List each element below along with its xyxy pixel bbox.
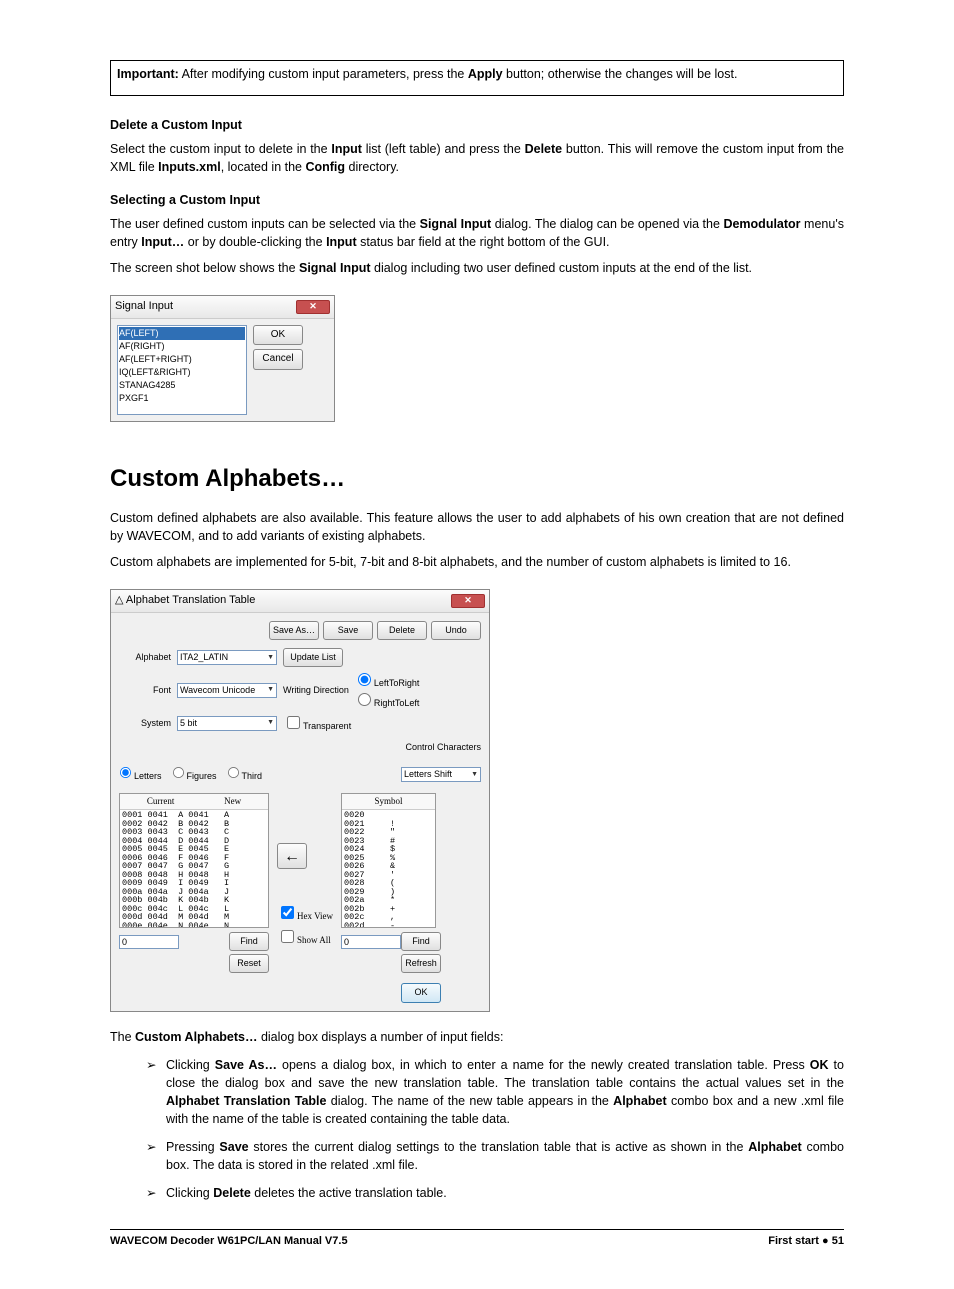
reset-button[interactable]: Reset — [229, 954, 269, 973]
label-alphabet: Alphabet — [119, 651, 171, 664]
rtl-radio[interactable] — [358, 693, 371, 706]
save-button[interactable]: Save — [323, 621, 373, 640]
para-alpha1: Custom defined alphabets are also availa… — [110, 509, 844, 545]
bullet-icon: ➢ — [146, 1138, 166, 1174]
arrow-left-icon[interactable]: ← — [277, 843, 307, 869]
left-table[interactable]: CurrentNew 0001 0041 A 0041 A 0002 0042 … — [119, 793, 269, 928]
undo-button[interactable]: Undo — [431, 621, 481, 640]
dialog-title: △ Alphabet Translation Table — [115, 593, 255, 609]
control-chars-combo[interactable]: Letters Shift▼ — [401, 767, 481, 782]
update-list-button[interactable]: Update List — [283, 648, 343, 667]
para-after-dialog: The Custom Alphabets… dialog box display… — [110, 1028, 844, 1046]
chevron-down-icon: ▼ — [267, 718, 274, 728]
signal-input-dialog: Signal Input ✕ AF(LEFT) AF(RIGHT) AF(LEF… — [110, 295, 335, 422]
refresh-button[interactable]: Refresh — [401, 954, 441, 973]
ltr-radio[interactable] — [358, 673, 371, 686]
list-item[interactable]: PXGF1 — [119, 392, 245, 405]
delete-button[interactable]: Delete — [377, 621, 427, 640]
important-box: Important: After modifying custom input … — [110, 60, 844, 96]
para-alpha2: Custom alphabets are implemented for 5-b… — [110, 553, 844, 571]
letters-radio[interactable] — [120, 767, 131, 778]
dialog-title: Signal Input — [115, 299, 173, 315]
page-content: Important: After modifying custom input … — [110, 60, 844, 1249]
find-button-left[interactable]: Find — [229, 932, 269, 951]
input-listbox[interactable]: AF(LEFT) AF(RIGHT) AF(LEFT+RIGHT) IQ(LEF… — [117, 325, 247, 415]
important-label: Important: — [117, 67, 179, 81]
close-icon[interactable]: ✕ — [451, 594, 485, 608]
label-font: Font — [119, 684, 171, 697]
chevron-down-icon: ▼ — [267, 685, 274, 695]
page-footer: WAVECOM Decoder W61PC/LAN Manual V7.5 Fi… — [110, 1229, 844, 1250]
font-combo[interactable]: Wavecom Unicode▼ — [177, 683, 277, 698]
save-as-button[interactable]: Save As… — [269, 621, 319, 640]
list-item: ➢ Clicking Delete deletes the active tra… — [146, 1184, 844, 1202]
list-item[interactable]: AF(RIGHT) — [119, 340, 245, 353]
heading-delete: Delete a Custom Input — [110, 116, 844, 134]
para-selecting: The user defined custom inputs can be se… — [110, 215, 844, 251]
find-input-right[interactable]: 0 — [341, 935, 401, 949]
find-button-right[interactable]: Find — [401, 932, 441, 951]
list-item[interactable]: IQ(LEFT&RIGHT) — [119, 366, 245, 379]
list-item[interactable]: AF(LEFT+RIGHT) — [119, 353, 245, 366]
list-item[interactable]: STANAG4285 — [119, 379, 245, 392]
label-writing-dir: Writing Direction — [283, 684, 349, 697]
list-item[interactable]: AF(LEFT) — [119, 327, 245, 340]
heading-selecting: Selecting a Custom Input — [110, 191, 844, 209]
alphabet-translation-dialog: △ Alphabet Translation Table ✕ Save As… … — [110, 589, 490, 1011]
para-delete: Select the custom input to delete in the… — [110, 140, 844, 176]
show-all-checkbox[interactable] — [281, 930, 294, 943]
transparent-checkbox[interactable] — [287, 716, 300, 729]
bullet-list: ➢ Clicking Save As… opens a dialog box, … — [146, 1056, 844, 1203]
label-control-chars: Control Characters — [405, 741, 481, 754]
chevron-down-icon: ▼ — [267, 653, 274, 663]
close-icon[interactable]: ✕ — [296, 300, 330, 314]
footer-left: WAVECOM Decoder W61PC/LAN Manual V7.5 — [110, 1234, 348, 1250]
ok-button[interactable]: OK — [253, 325, 303, 346]
right-table[interactable]: Symbol 0020 0021 ! 0022 " 0023 # 0024 $ … — [341, 793, 436, 928]
chevron-down-icon: ▼ — [471, 770, 478, 780]
bullet-icon: ➢ — [146, 1056, 166, 1129]
alphabet-combo[interactable]: ITA2_LATIN▼ — [177, 650, 277, 665]
heading-custom-alphabets: Custom Alphabets… — [110, 462, 844, 497]
cancel-button[interactable]: Cancel — [253, 349, 303, 370]
bullet-icon: ➢ — [146, 1184, 166, 1202]
para-screenshot-intro: The screen shot below shows the Signal I… — [110, 259, 844, 277]
system-combo[interactable]: 5 bit▼ — [177, 716, 277, 731]
list-item: ➢ Pressing Save stores the current dialo… — [146, 1138, 844, 1174]
footer-right: First start ● 51 — [768, 1234, 844, 1250]
find-input-left[interactable]: 0 — [119, 935, 179, 949]
hex-view-checkbox[interactable] — [281, 906, 294, 919]
third-radio[interactable] — [228, 767, 239, 778]
list-item: ➢ Clicking Save As… opens a dialog box, … — [146, 1056, 844, 1129]
figures-radio[interactable] — [172, 767, 183, 778]
label-system: System — [119, 717, 171, 730]
ok-button[interactable]: OK — [401, 983, 441, 1002]
